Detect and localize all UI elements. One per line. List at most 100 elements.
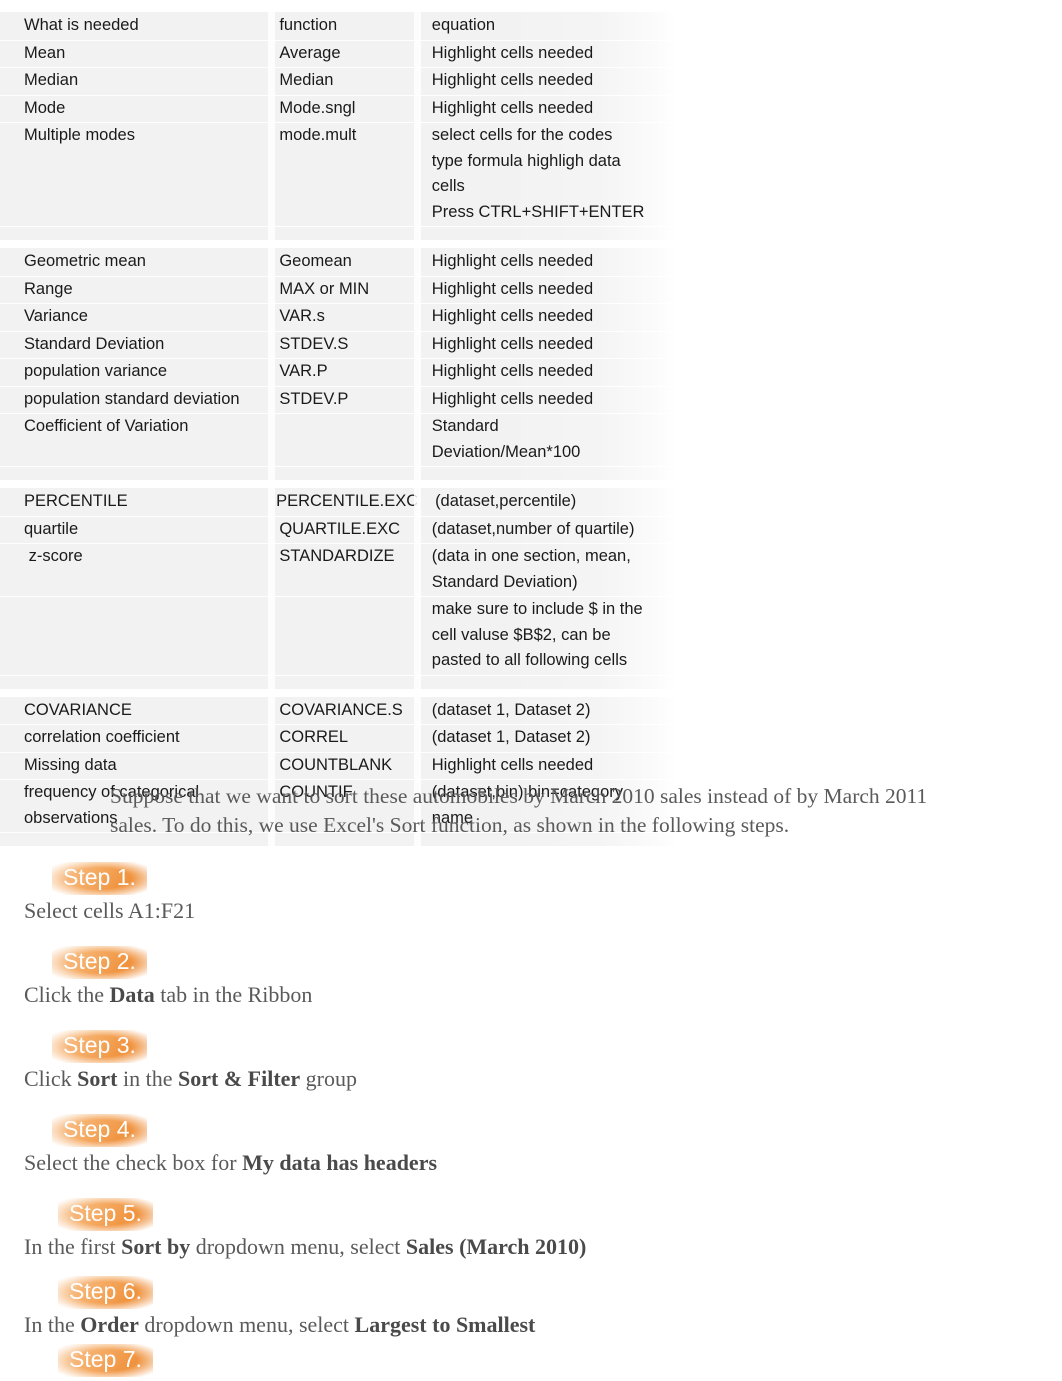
emphasis-term: Data: [109, 982, 155, 1007]
table-cell: CORREL: [279, 728, 349, 746]
table-cell: Highlight cells needed: [431, 362, 594, 380]
table-row: population standard deviation STDEV.P High…: [0, 386, 676, 414]
step-number-badge: Step 5.: [58, 1198, 153, 1231]
table-cell: (dataset 1, Dataset 2): [431, 728, 591, 746]
table-cell: Geometric mean: [24, 252, 146, 270]
table-cell: Geomean: [279, 252, 352, 270]
table-cell: Highlight cells needed: [431, 252, 594, 270]
step-item: Step 7.: [24, 1344, 1062, 1377]
step-item: Step 1. Select cells A1:F21: [24, 862, 1062, 926]
step-badge-container: Step 6.: [24, 1276, 1062, 1309]
table-section: PERCENTILE PERCENTILE.EXC (dataset,percent…: [0, 488, 676, 689]
table-cell: (dataset,percentile): [435, 492, 577, 510]
table-row: Coefficient of Variation Standard Deviati…: [0, 413, 676, 466]
table-cell: mode.mult: [279, 126, 357, 144]
step-item: Step 4. Select the check box for My data …: [24, 1114, 1062, 1178]
table-cell: QUARTILE.EXC: [279, 519, 401, 538]
plain-text: Click the: [24, 982, 110, 1007]
emphasis-term: Sales (March 2010): [405, 1234, 587, 1259]
table-row: Range MAX or MIN Highlight cells needed: [0, 276, 676, 304]
emphasis-term: My data has headers: [242, 1150, 438, 1175]
table-section: Geometric mean Geomean Highlight cells nee…: [0, 248, 676, 480]
table-section: What is needed function equation Mean Averag…: [0, 12, 676, 240]
step-number-badge: Step 6.: [58, 1276, 153, 1309]
table-row: quartile QUARTILE.EXC (dataset,number of q…: [0, 516, 676, 544]
emphasis-term: Sort by: [121, 1234, 191, 1259]
step-item: Step 2. Click the Data tab in the Ribbon: [24, 946, 1062, 1010]
table-cell: Median: [24, 71, 79, 89]
plain-text: in the: [117, 1066, 178, 1091]
table-cell: (data in one section, mean, Standard Dev…: [431, 547, 631, 591]
table-cell: Mode.sngl: [279, 98, 356, 117]
table-cell: make sure to include $ in the cell valus…: [431, 600, 643, 669]
table-cell: Standard Deviation/Mean*100: [431, 417, 581, 461]
step-badge-container: Step 1.: [24, 862, 1062, 895]
step-number-badge: Step 7.: [58, 1344, 153, 1377]
table-row: make sure to include $ in the cell valus…: [0, 596, 676, 675]
table-cell: [0, 596, 266, 598]
table-row: population variance VAR.P Highlight cells …: [0, 358, 676, 386]
table-cell: STDEV.P: [279, 389, 349, 408]
table-cell: VAR.s: [279, 307, 325, 325]
table-cell: Mean: [24, 43, 66, 62]
table-cell: PERCENTILE: [24, 492, 128, 510]
table-cell: quartile: [24, 519, 79, 538]
step-number-badge: Step 4.: [52, 1114, 147, 1147]
table-row: Median Median Highlight cells needed: [0, 67, 676, 95]
step-badge-container: Step 5.: [24, 1198, 1062, 1231]
emphasis-term: Sort & Filter: [178, 1066, 301, 1091]
step-instruction-text: In the first Sort by dropdown menu, sele…: [24, 1232, 1062, 1262]
excel-function-reference-table: What is needed function equation Mean Averag…: [0, 12, 676, 846]
plain-text: In the first: [24, 1234, 122, 1259]
table-cell: (dataset 1, Dataset 2): [431, 700, 591, 719]
table-cell: PERCENTILE.EXC: [276, 492, 419, 510]
step-instruction-text: In the Order dropdown menu, select Large…: [24, 1310, 1062, 1340]
table-cell: Median: [279, 71, 334, 89]
plain-text: dropdown menu, select: [190, 1234, 406, 1259]
step-list: Step 1. Select cells A1:F21 Step 2. Click t…: [0, 862, 1062, 1377]
table-cell: (dataset,number of quartile): [431, 519, 635, 538]
step-number-badge: Step 3.: [52, 1030, 147, 1063]
table-cell: Multiple modes: [24, 126, 135, 144]
table-cell: COVARIANCE.S: [279, 700, 403, 719]
step-badge-container: Step 7.: [24, 1344, 1062, 1377]
table-row: PERCENTILE PERCENTILE.EXC (dataset,percent…: [0, 488, 676, 516]
plain-text: dropdown menu, select: [138, 1312, 355, 1337]
emphasis-term: Order: [80, 1312, 139, 1337]
plain-text: Click: [24, 1066, 78, 1091]
table-row: Geometric mean Geomean Highlight cells nee…: [0, 248, 676, 276]
table-cell: select cells for the codes type formula …: [431, 126, 645, 221]
step-instruction-text: Click the Data tab in the Ribbon: [24, 980, 1062, 1010]
table-cell: Highlight cells needed: [431, 307, 594, 325]
table-row: Multiple modes mode.mult select cells for …: [0, 122, 676, 226]
plain-text: tab in the Ribbon: [154, 982, 313, 1007]
table-row: Mode Mode.sngl Highlight cells needed: [0, 95, 676, 123]
table-cell: Highlight cells needed: [431, 334, 594, 353]
emphasis-term: Largest to Smallest: [354, 1312, 536, 1337]
table-row: What is needed function equation: [0, 12, 676, 40]
plain-text: In the: [24, 1312, 81, 1337]
step-item: Step 6. In the Order dropdown menu, selec…: [24, 1276, 1062, 1340]
table-cell: Highlight cells needed: [431, 279, 594, 298]
table-cell: population standard deviation: [24, 389, 240, 408]
table-cell: Highlight cells needed: [431, 98, 594, 117]
table-cell: [266, 413, 418, 415]
intro-paragraph: Suppose that we want to sort these autom…: [110, 784, 928, 837]
step-instruction-text: Select the check box for My data has hea…: [24, 1148, 1062, 1178]
table-cell: COVARIANCE: [24, 700, 132, 719]
step-item: Step 3. Click Sort in the Sort & Filter g…: [24, 1030, 1062, 1094]
table-cell: Highlight cells needed: [431, 389, 594, 408]
table-row: correlation coefficient CORREL (dataset 1,…: [0, 724, 676, 752]
table-cell: Highlight cells needed: [431, 43, 594, 62]
table-section-padding: [0, 226, 676, 240]
table-cell: population variance: [24, 362, 168, 380]
table-row: Variance VAR.s Highlight cells needed: [0, 303, 676, 331]
step-badge-container: Step 2.: [24, 946, 1062, 979]
table-section-padding: [0, 675, 676, 689]
step-badge-container: Step 4.: [24, 1114, 1062, 1147]
plain-text: Select cells A1:F21: [24, 898, 196, 923]
step-number-badge: Step 2.: [52, 946, 147, 979]
table-row: Mean Average Highlight cells needed: [0, 40, 676, 68]
emphasis-term: Sort: [77, 1066, 118, 1091]
step-item: Step 5. In the first Sort by dropdown men…: [24, 1198, 1062, 1262]
